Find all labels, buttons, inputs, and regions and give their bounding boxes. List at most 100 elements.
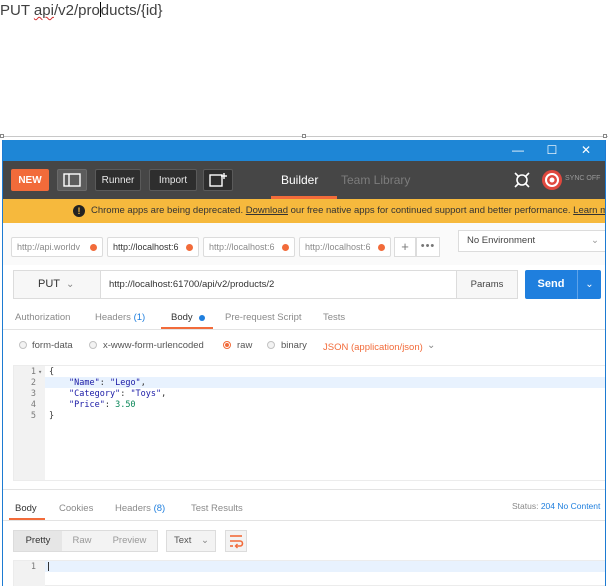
text-cursor <box>48 562 49 571</box>
doc-url-part-2: ducts/{id} <box>100 2 163 19</box>
pretty-button[interactable]: Pretty <box>14 531 62 551</box>
tab-headers-label: Headers <box>95 312 131 323</box>
window-titlebar: — ☐ ✕ <box>3 140 605 161</box>
close-button[interactable]: ✕ <box>569 140 603 161</box>
tab-team-library[interactable]: Team Library <box>341 161 410 199</box>
response-tab-headers[interactable]: Headers (8) <box>115 503 165 514</box>
code-line: "Category": "Toys", <box>69 389 166 399</box>
minimize-button[interactable]: — <box>501 140 535 161</box>
import-button[interactable]: Import <box>149 169 197 191</box>
send-button[interactable]: Send <box>525 270 577 299</box>
tab-pre-request-script[interactable]: Pre-request Script <box>225 312 302 323</box>
subtab-divider <box>3 329 605 330</box>
add-tab-button[interactable]: + <box>394 237 416 257</box>
download-link[interactable]: Download <box>246 205 288 216</box>
raw-label: raw <box>237 340 253 351</box>
doc-url-part-1: /v2/pro <box>53 2 100 19</box>
content-type-select[interactable]: JSON (application/json) <box>323 342 423 353</box>
response-headers-count: (8) <box>153 503 166 514</box>
environment-value: No Environment <box>467 235 536 246</box>
fold-arrow-icon[interactable]: ▾ <box>38 368 42 376</box>
resize-handle-left[interactable] <box>0 134 4 138</box>
banner-message: Chrome apps are being deprecated. Downlo… <box>91 199 605 223</box>
response-divider <box>3 489 605 490</box>
interceptor-icon[interactable] <box>511 169 533 191</box>
request-tab[interactable]: http://localhost:6 <box>203 237 295 257</box>
chevron-down-icon[interactable]: ⌄ <box>427 340 435 351</box>
line-number: 1 <box>30 562 36 572</box>
tab-builder[interactable]: Builder <box>281 161 318 199</box>
resize-handle-right[interactable] <box>603 134 607 138</box>
response-tab-test-results[interactable]: Test Results <box>191 503 243 514</box>
response-format-value: Text <box>174 535 192 546</box>
toggle-sidebar-button[interactable] <box>57 169 87 191</box>
response-format-group: Pretty Raw Preview <box>13 530 158 552</box>
response-format-select[interactable]: Text ⌄ <box>166 530 216 552</box>
wrap-lines-button[interactable] <box>225 530 247 552</box>
warning-icon: ! <box>73 205 85 217</box>
tab-body[interactable]: Body <box>171 312 193 323</box>
tab-tests[interactable]: Tests <box>323 312 345 323</box>
params-button[interactable]: Params <box>456 270 518 299</box>
new-window-icon <box>209 173 227 187</box>
urlencoded-radio[interactable] <box>89 341 97 349</box>
chevron-down-icon: ⌄ <box>201 535 209 546</box>
request-tab[interactable]: http://localhost:6 <box>299 237 391 257</box>
more-tabs-button[interactable]: ••• <box>416 237 440 257</box>
response-body-viewer[interactable]: 1 <box>13 560 605 586</box>
json-separator: : <box>120 389 131 399</box>
json-value: 3.50 <box>115 400 136 410</box>
maximize-button[interactable]: ☐ <box>535 140 569 161</box>
send-options-button[interactable]: ⌄ <box>577 270 601 299</box>
request-body-editor[interactable]: 1 ▾ 2 3 4 5 { "Name": "Lego", "Category"… <box>13 365 605 481</box>
response-tab-cookies[interactable]: Cookies <box>59 503 93 514</box>
binary-label: binary <box>281 340 307 351</box>
line-number: 2 <box>30 378 36 388</box>
body-modified-dot-icon <box>199 315 205 321</box>
new-window-button[interactable] <box>203 169 233 191</box>
json-key: "Category" <box>69 389 121 399</box>
response-tab-body[interactable]: Body <box>15 503 37 514</box>
form-data-radio[interactable] <box>19 341 27 349</box>
runner-button[interactable]: Runner <box>95 169 141 191</box>
request-url-input[interactable]: http://localhost:61700/api/v2/products/2 <box>100 270 457 299</box>
request-tab[interactable]: http://api.worldv <box>11 237 103 257</box>
resize-handle-middle[interactable] <box>302 134 306 138</box>
json-separator: : <box>104 400 116 410</box>
tab-authorization[interactable]: Authorization <box>15 312 70 323</box>
learn-more-link[interactable]: Learn more <box>573 205 605 216</box>
banner-text-start: Chrome apps are being deprecated. <box>91 205 246 216</box>
request-tab-label: http://api.worldv <box>17 242 81 252</box>
tab-headers[interactable]: Headers (1) <box>95 312 145 323</box>
line-number: 4 <box>30 400 36 410</box>
raw-button[interactable]: Raw <box>62 531 102 551</box>
request-tab-active[interactable]: http://localhost:6 <box>107 237 199 257</box>
method-value: PUT <box>38 278 60 290</box>
json-separator: : <box>99 378 110 388</box>
urlencoded-label: x-www-form-urlencoded <box>103 340 204 351</box>
raw-radio[interactable] <box>223 341 231 349</box>
response-subtab-divider <box>3 520 605 521</box>
new-button[interactable]: NEW <box>11 169 49 191</box>
headers-count: (1) <box>133 312 146 323</box>
sync-icon[interactable] <box>541 169 563 191</box>
doc-misspelled-word: api <box>33 2 54 19</box>
chevron-down-icon: ⌄ <box>591 235 599 246</box>
response-active-line <box>45 561 605 572</box>
unsaved-dot-icon <box>378 244 385 251</box>
main-toolbar: NEW Runner Import Builder Team Library S… <box>3 161 605 199</box>
unsaved-dot-icon <box>282 244 289 251</box>
binary-radio[interactable] <box>267 341 275 349</box>
line-number: 1 <box>30 367 36 377</box>
environment-select[interactable]: No Environment ⌄ <box>458 230 605 252</box>
line-number: 3 <box>30 389 36 399</box>
method-select[interactable]: PUT ⌄ <box>13 270 101 299</box>
response-headers-label: Headers <box>115 503 151 514</box>
preview-button[interactable]: Preview <box>102 531 157 551</box>
code-line: { <box>49 367 55 377</box>
chevron-down-icon: ⌄ <box>585 279 594 290</box>
postman-window: — ☐ ✕ NEW Runner Import Builder Team Lib… <box>2 140 606 586</box>
form-data-label: form-data <box>32 340 73 351</box>
sidebar-icon <box>63 173 81 187</box>
request-tab-label: http://localhost:6 <box>113 242 179 252</box>
